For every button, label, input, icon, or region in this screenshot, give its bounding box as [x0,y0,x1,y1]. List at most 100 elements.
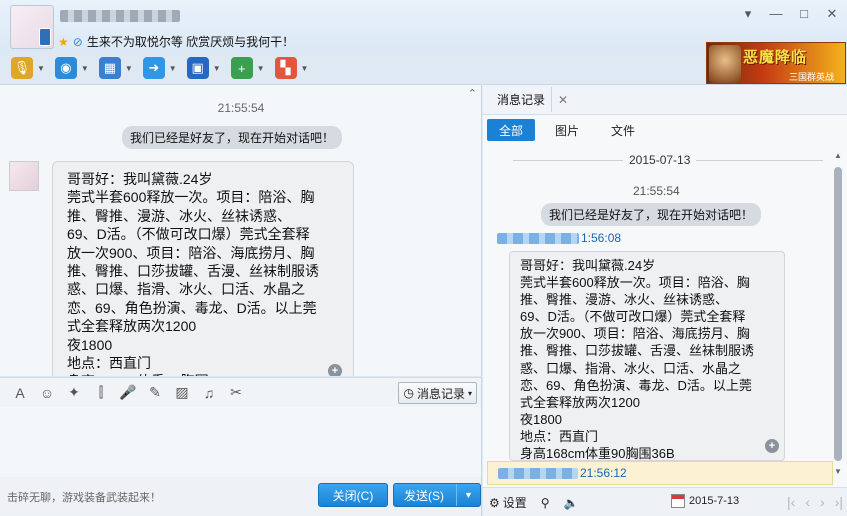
remote-desktop-button[interactable]: ▦ ▼ [96,55,136,81]
emoji-icon[interactable]: ☺ [35,382,59,404]
selected-time: 21:56:12 [580,466,627,480]
gear-icon: ⚙ [489,495,500,510]
history-scrollbar[interactable]: ▲ ▼ [833,151,843,476]
magic-icon[interactable]: ✦ [62,382,86,404]
qzone-icon[interactable]: ⊘ [73,35,83,49]
message-time: 21:55:54 [217,101,265,115]
chevron-down-icon[interactable]: ▼ [257,64,265,73]
history-selected-row[interactable]: 21:56:12 [487,461,833,485]
scroll-down-icon[interactable]: ▼ [833,467,843,477]
history-time: 21:55:54 [633,184,680,198]
sender-time: 1:56:08 [581,231,622,245]
screenshot-icon[interactable]: ✂ [224,382,248,404]
close-button[interactable]: 关闭(C) [318,483,388,507]
history-footer: ⚙ 设置 ⚲ 🔈 2015-7-13 |‹ ‹ › ›| [483,487,847,516]
chevron-down-icon[interactable]: ▼ [169,64,177,73]
date-picker[interactable]: 2015-7-13 [671,494,739,508]
voice-call-button[interactable]: 🎙 ▼ [8,55,48,81]
video-call-icon: ◉ [54,57,77,79]
close-icon[interactable]: ✕ [825,6,839,22]
zoom-in-icon[interactable]: + [765,439,779,453]
zoom-in-icon[interactable]: + [328,364,342,376]
last-page-icon[interactable]: ›| [835,494,843,510]
sender-name-blurred [497,232,579,244]
chevron-down-icon[interactable]: ▼ [81,64,89,73]
screen-share-button[interactable]: ▣ ▼ [184,55,224,81]
settings-label: 设置 [502,496,527,510]
send-button[interactable]: 发送(S) ▼ [393,483,481,507]
chevron-down-icon[interactable]: ▼ [301,64,309,73]
ad-subtitle: 三国群英战 [789,72,835,82]
star-icon: ★ [58,34,69,49]
scroll-up-icon[interactable]: ▲ [833,151,843,161]
chat-toolbar: 🎙 ▼ ◉ ▼ ▦ ▼ ➜ ▼ ▣ ▼ + ▼ ▚ ▼ [0,52,700,84]
image-icon[interactable]: ▨ [170,382,194,404]
history-tabbar: 消息记录 ✕ [483,85,847,115]
window-controls: ▾ — □ ✕ [741,6,839,22]
voice-msg-icon[interactable]: 🎤 [116,382,140,404]
menu-icon[interactable]: ▾ [741,6,755,22]
send-label: 发送(S) [404,488,444,503]
filter-tab-0[interactable]: 全部 [487,119,535,141]
history-panel: 消息记录 ✕ 全部 图片 文件 2015-07-13 21:55:54 我们已经是好… [483,84,847,516]
ad-hint-link[interactable]: 击碎无聊，游戏装备武装起来！ [7,489,161,505]
sender-avatar[interactable] [9,161,39,191]
system-message: 我们已经是好友了，现在开始对话吧！ [122,126,343,149]
close-tab-icon[interactable]: ✕ [558,93,568,107]
mobile-online-icon [39,28,51,46]
minimize-icon[interactable]: — [769,6,783,22]
message-history-button[interactable]: ◷ 消息记录 ▾ [398,382,477,404]
speaker-icon: 🔈 [563,495,579,510]
chevron-down-icon: ▾ [467,388,472,398]
scrollbar-thumb[interactable] [834,167,842,461]
history-pager: |‹ ‹ › ›| [787,494,843,510]
create-discussion-button[interactable]: + ▼ [228,55,268,81]
maximize-icon[interactable]: □ [797,6,811,22]
collapse-icon[interactable]: ⌃ [468,87,477,100]
history-filters: 全部 图片 文件 [487,119,655,141]
calendar-icon [671,494,685,508]
bottom-bar: 击碎无聊，游戏装备武装起来！ 关闭(C) 发送(S) ▼ [0,477,482,516]
clock-icon: ◷ [403,386,414,400]
ad-title: 恶魔降临 [743,49,808,66]
font-icon[interactable]: A [8,382,32,404]
tab-message-history[interactable]: 消息记录 [491,87,553,112]
send-file-button[interactable]: ➜ ▼ [140,55,180,81]
remote-desktop-icon: ▦ [98,57,121,79]
game-ad-banner[interactable]: 恶魔降临 三国群英战 [706,42,846,84]
filter-tab-2[interactable]: 文件 [599,119,647,141]
video-call-button[interactable]: ◉ ▼ [52,55,92,81]
send-file-icon: ➜ [142,57,165,79]
history-system-message: 我们已经是好友了，现在开始对话吧！ [541,203,762,226]
screen-share-icon: ▣ [186,57,209,79]
voice-call-icon: 🎙 [11,57,33,79]
history-sender-line: 1:56:08 [497,231,621,245]
music-icon[interactable]: ♫ [197,382,221,404]
volume-button[interactable]: 🔈 [564,496,579,510]
sender-name-blurred [498,467,578,479]
history-message-bubble: 哥哥好：我叫黛薇.24岁 莞式半套600释放一次。项目：陪浴、胸 推、臀推、漫游… [509,251,785,461]
mood-row: ★ ⊘ 生来不为取悦尔等 欣赏厌烦与我何干！ [58,33,294,50]
edit-icon[interactable]: ✎ [143,382,167,404]
chevron-down-icon[interactable]: ▼ [213,64,221,73]
next-page-icon[interactable]: › [820,494,825,510]
message-input[interactable] [0,407,482,477]
contact-avatar[interactable] [10,5,54,49]
first-page-icon[interactable]: |‹ [787,494,795,510]
filter-tab-1[interactable]: 图片 [543,119,591,141]
history-label: 消息记录 [416,386,465,401]
apps-icon: ▚ [274,57,297,79]
settings-button[interactable]: ⚙ 设置 [489,494,527,511]
chevron-down-icon[interactable]: ▼ [37,64,45,73]
prev-page-icon[interactable]: ‹ [805,494,810,510]
message-bubble: 哥哥好：我叫黛薇.24岁 莞式半套600释放一次。项目：陪浴、胸 推、臀推、漫游… [52,161,354,376]
contact-nickname-blurred [60,10,180,22]
search-button[interactable]: ⚲ [541,496,550,510]
create-discussion-icon: + [230,57,253,79]
ad-character-image [709,45,741,83]
apps-button[interactable]: ▚ ▼ [272,55,312,81]
shake-icon[interactable]: ⫿ [89,382,113,404]
send-options-dropdown[interactable]: ▼ [456,484,480,506]
chevron-down-icon[interactable]: ▼ [125,64,133,73]
chat-message-area[interactable]: ⌃ 21:55:54 我们已经是好友了，现在开始对话吧！ 哥哥好：我叫黛薇.24… [0,84,482,376]
